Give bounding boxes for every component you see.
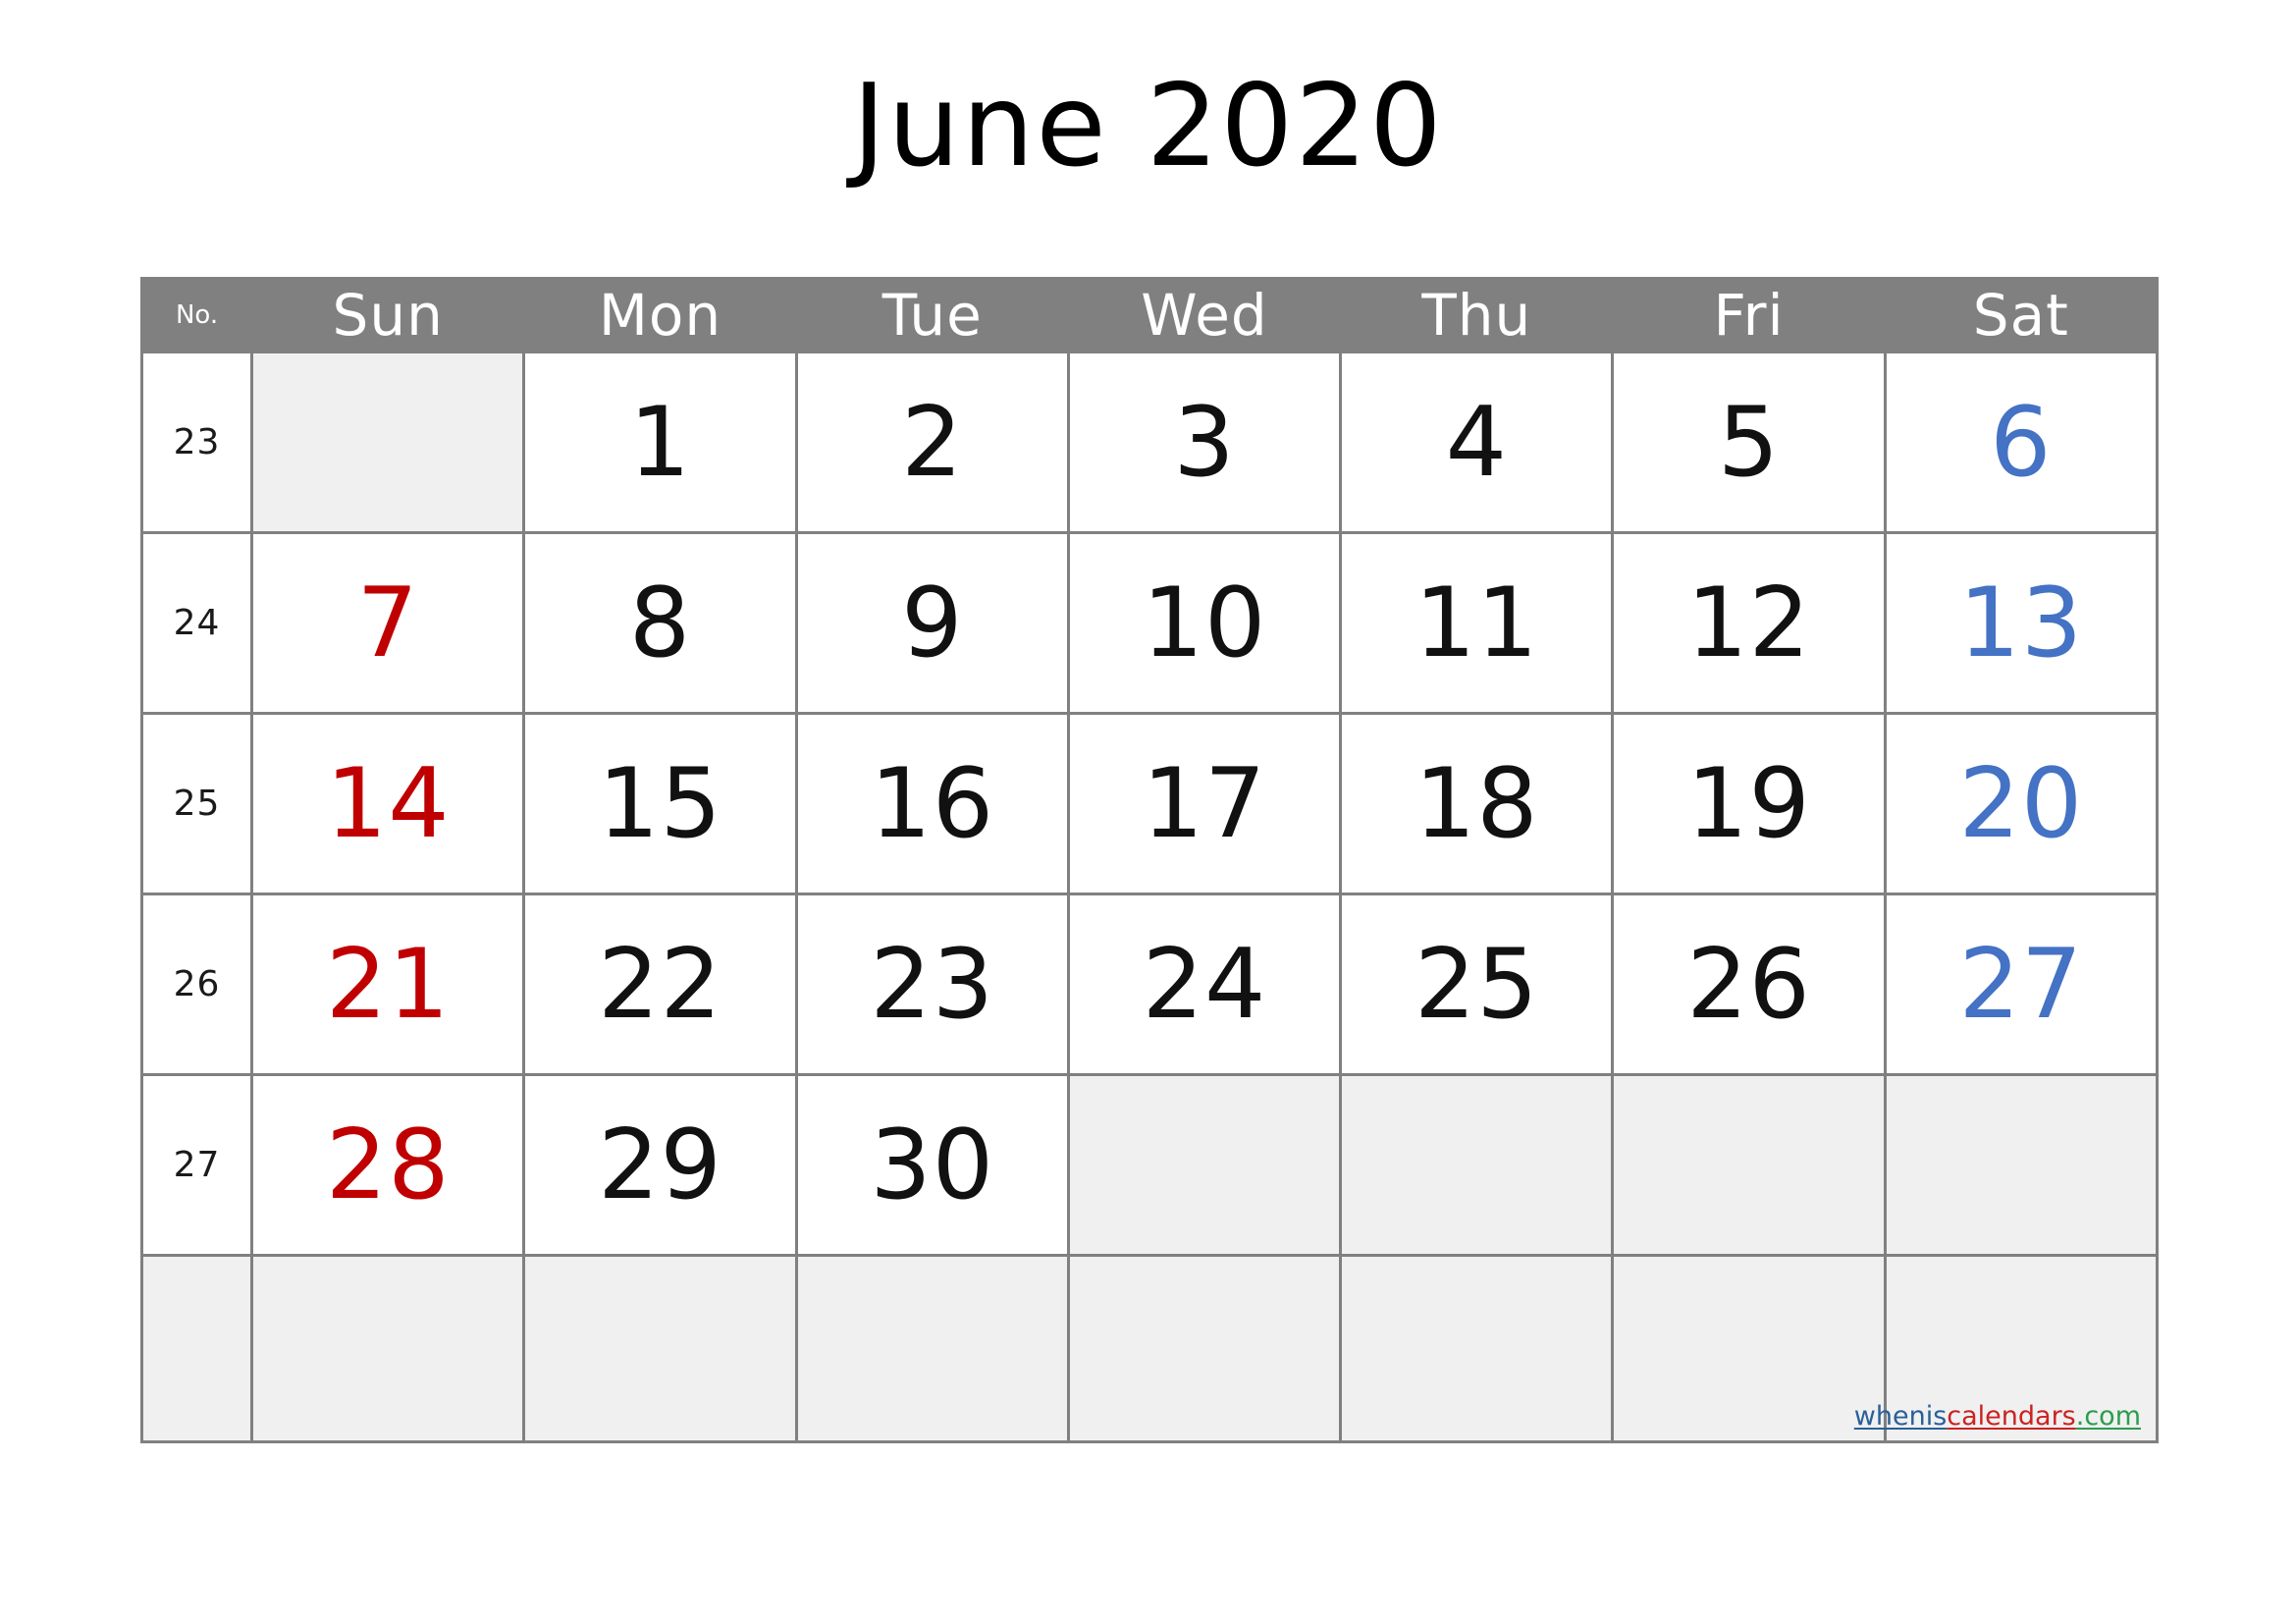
day-cell[interactable]: 13 xyxy=(1883,531,2160,715)
calendar-week-row: 23 1 2 3 4 5 6 xyxy=(139,351,2160,534)
calendar-week-row: 25 14 15 16 17 18 19 20 xyxy=(139,712,2160,895)
site-watermark[interactable]: wheniscalendars.com xyxy=(1854,1403,2141,1430)
day-cell[interactable]: 12 xyxy=(1611,531,1887,715)
day-cell[interactable]: 2 xyxy=(794,351,1070,534)
day-cell[interactable]: 14 xyxy=(250,712,526,895)
day-cell[interactable]: 3 xyxy=(1066,351,1343,534)
day-cell[interactable]: 21 xyxy=(250,893,526,1076)
day-header-fri: Fri xyxy=(1611,277,1887,353)
day-cell[interactable]: 22 xyxy=(522,893,798,1076)
day-cell[interactable]: 23 xyxy=(794,893,1070,1076)
watermark-part-calendars: calendars xyxy=(1947,1401,2076,1432)
day-cell[interactable]: 24 xyxy=(1066,893,1343,1076)
day-cell[interactable]: 26 xyxy=(1611,893,1887,1076)
day-cell[interactable]: 18 xyxy=(1339,712,1615,895)
day-cell[interactable]: 8 xyxy=(522,531,798,715)
week-number-cell xyxy=(139,1254,254,1443)
day-cell-empty xyxy=(1066,1254,1343,1443)
day-header-tue: Tue xyxy=(794,277,1070,353)
day-cell[interactable]: 15 xyxy=(522,712,798,895)
day-header-thu: Thu xyxy=(1339,277,1615,353)
day-cell-empty xyxy=(1339,1073,1615,1257)
watermark-part-com: .com xyxy=(2075,1401,2141,1432)
day-cell[interactable]: 9 xyxy=(794,531,1070,715)
day-header-sat: Sat xyxy=(1883,277,2160,353)
calendar-table: No. Sun Mon Tue Wed Thu Fri Sat 23 1 2 3 4 5 6… xyxy=(139,277,2160,1443)
day-cell-empty xyxy=(1611,1254,1887,1443)
day-cell[interactable]: 11 xyxy=(1339,531,1615,715)
day-cell-empty xyxy=(250,351,526,534)
day-cell-empty xyxy=(250,1254,526,1443)
day-cell-empty xyxy=(1066,1073,1343,1257)
day-cell[interactable]: 17 xyxy=(1066,712,1343,895)
week-number-cell: 24 xyxy=(139,531,254,715)
page-title: June 2020 xyxy=(852,60,1444,192)
calendar-header-row: No. Sun Mon Tue Wed Thu Fri Sat xyxy=(139,277,2160,353)
calendar-week-row: 24 7 8 9 10 11 12 13 xyxy=(139,531,2160,715)
week-number-column-header: No. xyxy=(139,277,254,353)
day-cell[interactable]: 25 xyxy=(1339,893,1615,1076)
calendar-body: 23 1 2 3 4 5 6 24 7 8 9 10 11 12 13 25 14 15 16 17 18 19 20 26 2… xyxy=(139,351,2160,1443)
week-number-cell: 23 xyxy=(139,351,254,534)
day-cell[interactable]: 19 xyxy=(1611,712,1887,895)
calendar-week-row: 26 21 22 23 24 25 26 27 xyxy=(139,893,2160,1076)
day-cell[interactable]: 10 xyxy=(1066,531,1343,715)
day-cell[interactable]: 5 xyxy=(1611,351,1887,534)
calendar-grid: No. Sun Mon Tue Wed Thu Fri Sat 23 1 2 3 4 5 6… xyxy=(139,277,2160,1443)
week-number-cell: 25 xyxy=(139,712,254,895)
day-cell[interactable]: 16 xyxy=(794,712,1070,895)
day-cell-empty xyxy=(1339,1254,1615,1443)
day-cell[interactable]: 6 xyxy=(1883,351,2160,534)
day-cell[interactable]: 4 xyxy=(1339,351,1615,534)
day-cell[interactable]: 1 xyxy=(522,351,798,534)
calendar-week-row: 27 28 29 30 xyxy=(139,1073,2160,1257)
day-cell[interactable]: 7 xyxy=(250,531,526,715)
day-cell[interactable]: 27 xyxy=(1883,893,2160,1076)
week-number-cell: 26 xyxy=(139,893,254,1076)
watermark-part-whenis: whenis xyxy=(1853,1401,1948,1432)
day-cell[interactable]: 29 xyxy=(522,1073,798,1257)
day-cell[interactable]: 20 xyxy=(1883,712,2160,895)
day-cell[interactable]: 30 xyxy=(794,1073,1070,1257)
day-header-mon: Mon xyxy=(522,277,798,353)
day-cell-empty xyxy=(1883,1073,2160,1257)
day-cell-empty xyxy=(794,1254,1070,1443)
day-cell-empty xyxy=(522,1254,798,1443)
calendar-page: June 2020 No. Sun Mon Tue Wed Thu Fri Sa… xyxy=(0,0,2296,1624)
day-header-wed: Wed xyxy=(1066,277,1343,353)
day-cell-empty xyxy=(1611,1073,1887,1257)
week-number-cell: 27 xyxy=(139,1073,254,1257)
day-header-sun: Sun xyxy=(250,277,526,353)
day-cell[interactable]: 28 xyxy=(250,1073,526,1257)
